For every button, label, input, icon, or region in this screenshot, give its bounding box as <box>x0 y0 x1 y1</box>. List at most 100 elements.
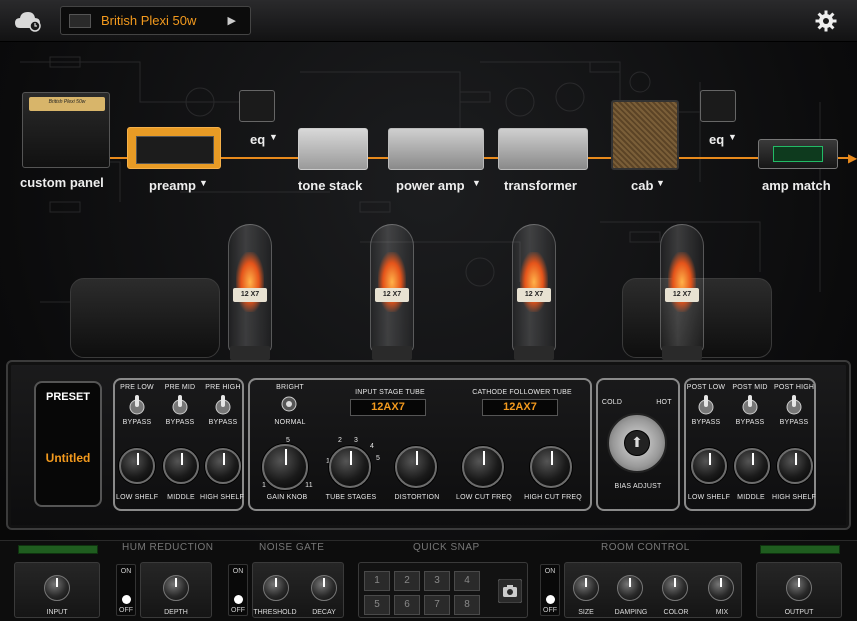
post-mid-bypass-toggle[interactable] <box>741 393 759 415</box>
damping-knob[interactable] <box>617 575 643 601</box>
pre-mid-bypass-label: BYPASS <box>165 419 195 426</box>
pre-mid-label: PRE MID <box>164 384 196 391</box>
preamp-module[interactable] <box>127 127 221 169</box>
pre-high-label: PRE HIGH <box>205 384 241 391</box>
amp-match-module[interactable] <box>758 139 838 169</box>
preset-arrow-icon[interactable]: ▶ <box>228 14 236 27</box>
pre-high-shelf-knob[interactable] <box>205 448 241 484</box>
bias-arrow-icon: ⬆ <box>624 430 650 456</box>
custom-panel-label[interactable]: custom panel <box>20 175 104 190</box>
custom-panel-thumbnail: British Plexi 50w <box>22 92 110 168</box>
bias-cold-label: COLD <box>601 399 623 406</box>
mix-label: MIX <box>715 609 729 616</box>
input-stage-tube-selector[interactable]: 12AX7 <box>350 399 426 416</box>
post-high-bypass-toggle[interactable] <box>785 393 803 415</box>
custom-panel-logo-text: British Plexi 50w <box>48 99 86 105</box>
tube-glow <box>520 252 548 312</box>
post-high-shelf-knob[interactable] <box>777 448 813 484</box>
post-low-shelf-knob[interactable] <box>691 448 727 484</box>
stage-scale-2: 2 <box>337 437 343 444</box>
high-cut-freq-knob[interactable] <box>530 446 572 488</box>
eq2-module[interactable] <box>700 90 736 122</box>
post-low-shelf-label: LOW SHELF <box>687 494 731 501</box>
post-middle-knob[interactable] <box>734 448 770 484</box>
pre-low-shelf-knob[interactable] <box>119 448 155 484</box>
input-knob[interactable] <box>44 575 70 601</box>
tube-stages-knob[interactable] <box>329 446 371 488</box>
snap-button-2[interactable]: 2 <box>394 571 420 591</box>
hum-switch-dot <box>122 595 131 604</box>
noise-gate-switch[interactable]: ON OFF <box>228 564 248 616</box>
cathode-follower-tube-selector[interactable]: 12AX7 <box>482 399 558 416</box>
snap-button-5[interactable]: 5 <box>364 595 390 615</box>
main-gain-section <box>248 378 592 511</box>
distortion-knob[interactable] <box>395 446 437 488</box>
depth-knob[interactable] <box>163 575 189 601</box>
top-bar: British Plexi 50w ▶ <box>0 0 857 42</box>
snap-button-6[interactable]: 6 <box>394 595 420 615</box>
camera-icon[interactable] <box>498 579 522 603</box>
gain-knob-label: GAIN KNOB <box>266 494 308 501</box>
bright-label: BRIGHT <box>276 384 304 391</box>
power-amp-module[interactable] <box>388 128 484 170</box>
gain-knob[interactable] <box>262 444 308 490</box>
bias-adjust-dial[interactable]: ⬆ <box>607 413 667 473</box>
snap-button-7[interactable]: 7 <box>424 595 450 615</box>
eq2-label[interactable]: eq <box>709 132 724 147</box>
pre-high-shelf-label: HIGH SHELF <box>199 494 244 501</box>
post-mid-label: POST MID <box>732 384 768 391</box>
eq1-module[interactable] <box>239 90 275 122</box>
preamp-thumbnail <box>136 136 214 164</box>
gear-icon[interactable] <box>815 10 837 32</box>
output-knob[interactable] <box>786 575 812 601</box>
power-amp-dropdown-icon[interactable]: ▼ <box>472 178 481 188</box>
snap-button-8[interactable]: 8 <box>454 595 480 615</box>
color-knob[interactable] <box>662 575 688 601</box>
pre-middle-knob[interactable] <box>163 448 199 484</box>
snap-button-1[interactable]: 1 <box>364 571 390 591</box>
transformer-module[interactable] <box>498 128 588 170</box>
cloud-sync-icon[interactable] <box>14 10 42 32</box>
bright-normal-toggle[interactable] <box>280 395 298 413</box>
preset-name: British Plexi 50w <box>101 13 197 28</box>
tube-glow <box>378 252 406 312</box>
power-amp-label[interactable]: power amp <box>396 178 465 193</box>
gate-on-label: ON <box>232 568 244 575</box>
snap-button-3[interactable]: 3 <box>424 571 450 591</box>
cab-label[interactable]: cab <box>631 178 653 193</box>
preamp-label[interactable]: preamp <box>149 178 196 193</box>
room-control-switch[interactable]: ON OFF <box>540 564 560 616</box>
amp-match-label[interactable]: amp match <box>762 178 831 193</box>
threshold-knob[interactable] <box>263 575 289 601</box>
size-knob[interactable] <box>573 575 599 601</box>
hum-reduction-title: HUM REDUCTION <box>122 542 214 553</box>
snap-button-4[interactable]: 4 <box>454 571 480 591</box>
custom-panel-module[interactable]: British Plexi 50w <box>20 92 112 170</box>
pre-high-bypass-toggle[interactable] <box>214 393 232 415</box>
cab-dropdown-icon[interactable]: ▼ <box>656 178 665 188</box>
damping-label: DAMPING <box>614 609 648 616</box>
preset-card[interactable]: PRESET Untitled <box>34 381 102 507</box>
transformer-label[interactable]: transformer <box>504 178 577 193</box>
low-cut-freq-knob[interactable] <box>462 446 504 488</box>
tube-1: 12 X7 <box>224 214 276 364</box>
preset-card-value: Untitled <box>45 451 91 465</box>
post-low-bypass-toggle[interactable] <box>697 393 715 415</box>
decay-label: DECAY <box>312 609 336 616</box>
post-high-shelf-label: HIGH SHELF <box>771 494 816 501</box>
hum-reduction-switch[interactable]: ON OFF <box>116 564 136 616</box>
decay-knob[interactable] <box>311 575 337 601</box>
eq1-label[interactable]: eq <box>250 132 265 147</box>
tone-stack-label[interactable]: tone stack <box>298 178 362 193</box>
pre-mid-bypass-toggle[interactable] <box>171 393 189 415</box>
eq2-dropdown-icon[interactable]: ▼ <box>728 132 737 142</box>
pre-low-bypass-toggle[interactable] <box>128 393 146 415</box>
mix-knob[interactable] <box>708 575 734 601</box>
preset-selector[interactable]: British Plexi 50w ▶ <box>60 6 251 35</box>
preamp-dropdown-icon[interactable]: ▼ <box>199 178 208 188</box>
pre-low-shelf-label: LOW SHELF <box>116 494 159 501</box>
cab-module[interactable] <box>611 100 679 170</box>
tone-stack-module[interactable] <box>298 128 368 170</box>
gain-scale-1: 1 <box>261 482 267 489</box>
eq1-dropdown-icon[interactable]: ▼ <box>269 132 278 142</box>
